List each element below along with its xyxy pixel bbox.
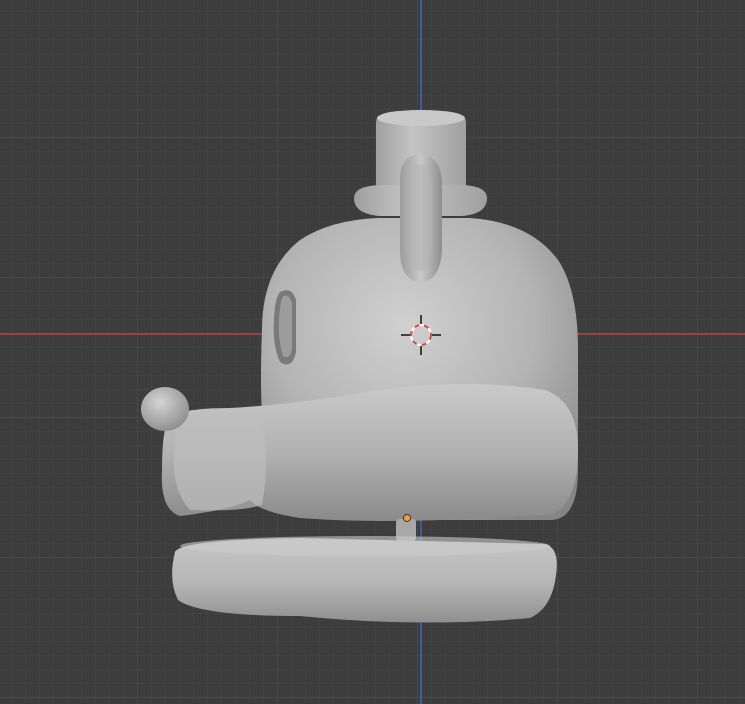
viewport-canvas[interactable] (0, 0, 745, 704)
ear[interactable] (400, 154, 442, 282)
3d-viewport[interactable] (0, 0, 745, 704)
object-origin[interactable] (403, 514, 411, 522)
nose[interactable] (141, 387, 189, 431)
jaw[interactable] (172, 536, 557, 623)
